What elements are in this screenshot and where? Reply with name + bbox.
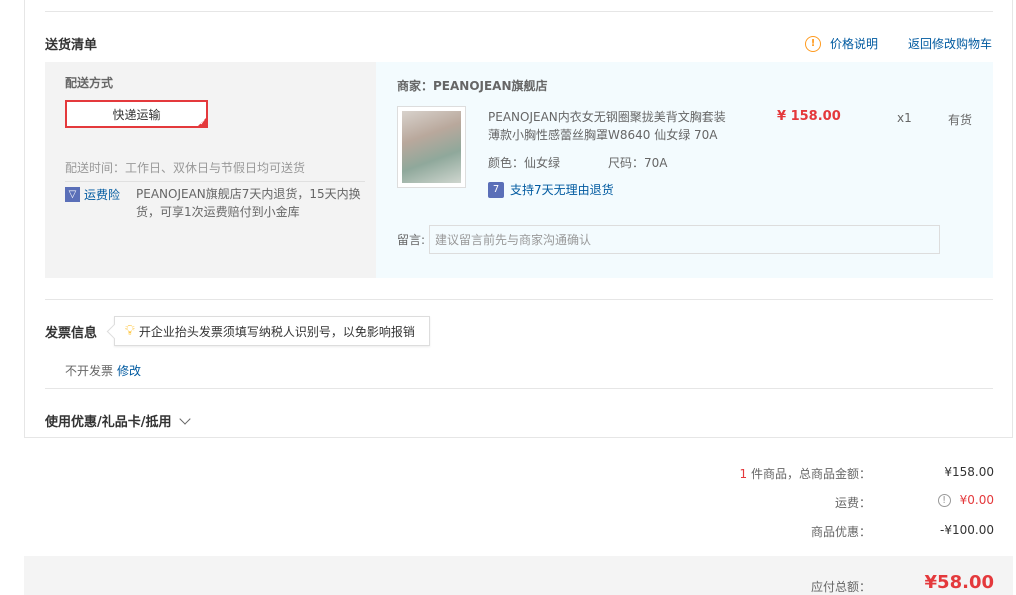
product-color: 颜色：仙女绿 xyxy=(488,156,561,170)
invoice-section-title: 发票信息 xyxy=(45,326,98,341)
summary-items-amount: ¥158.00 xyxy=(944,465,994,479)
return-policy-link[interactable]: 7 支持7天无理由退货 xyxy=(488,181,614,198)
coupon-divider xyxy=(45,388,993,389)
invoice-divider xyxy=(45,299,993,300)
seven-day-return-icon: 7 xyxy=(488,181,504,198)
back-to-cart-link[interactable]: 返回修改购物车 xyxy=(908,35,992,52)
remark-label: 留言: xyxy=(397,233,426,247)
check-icon: ✓ xyxy=(199,118,206,127)
freight-insurance-desc: PEANOJEAN旗舰店7天内退货，15天内换货，可享1次运费赔付到小金库 xyxy=(136,187,361,219)
invoice-tip-tooltip: 💡︎ 开企业抬头发票须填写纳税人识别号，以免影响报销 xyxy=(114,316,430,346)
freight-insurance-label: 运费险 xyxy=(84,188,121,202)
product-quantity: x1 xyxy=(897,111,912,125)
remark-input[interactable]: 建议留言前先与商家沟通确认 xyxy=(429,225,940,254)
product-title-line-1: PEANOJEAN内衣女无钢圈聚拢美背文胸套装 xyxy=(488,110,726,124)
delivery-time-text: 配送时间：工作日、双休日与节假日均可送货 xyxy=(65,161,306,175)
shop-name: 商家：PEANOJEAN旗舰店 xyxy=(397,79,548,93)
product-title[interactable]: PEANOJEAN内衣女无钢圈聚拢美背文胸套装 薄款小胸性感蕾丝胸罩W8640 … xyxy=(488,108,738,144)
lightbulb-icon: 💡︎ xyxy=(125,323,135,339)
freight-insurance-link[interactable]: ▽ 运费险 xyxy=(65,186,120,203)
summary-shipping-label: 运费： xyxy=(834,496,871,510)
product-price: ¥ 158.00 xyxy=(777,109,841,124)
invoice-status: 不开发票 xyxy=(65,364,114,378)
price-note-link[interactable]: ! 价格说明 xyxy=(805,35,878,52)
invoice-tip-text: 开企业抬头发票须填写纳税人识别号，以免影响报销 xyxy=(138,324,415,339)
summary-shipping-row: ! ¥0.00 xyxy=(937,493,994,507)
summary-item-count: 1 xyxy=(739,467,748,481)
total-amount: ¥58.00 xyxy=(924,572,994,593)
total-label: 应付总额： xyxy=(810,580,871,594)
shipping-method-value: 快递运输 xyxy=(112,107,161,122)
summary-shipping-amount: ¥0.00 xyxy=(959,493,994,507)
product-stock-status: 有货 xyxy=(948,113,973,127)
product-size: 尺码：70A xyxy=(608,156,668,170)
delivery-section-title: 送货清单 xyxy=(45,38,98,53)
coupon-toggle[interactable]: 使用优惠/礼品卡/抵用 xyxy=(45,411,191,430)
summary-discount-label: 商品优惠： xyxy=(810,525,871,539)
summary-items-label: 件商品，总商品金额： xyxy=(750,467,871,481)
summary-items-row: 1 件商品，总商品金额： xyxy=(740,465,871,482)
shipping-method-label: 配送方式 xyxy=(65,76,114,90)
top-divider xyxy=(45,11,993,12)
chevron-down-icon xyxy=(178,412,191,425)
price-note-label: 价格说明 xyxy=(830,37,879,51)
shipping-divider xyxy=(65,181,365,182)
product-image[interactable] xyxy=(397,106,466,188)
coupon-title: 使用优惠/礼品卡/抵用 xyxy=(45,415,172,430)
invoice-modify-link[interactable]: 修改 xyxy=(117,362,141,379)
shield-icon: ▽ xyxy=(65,187,80,202)
shipping-info-icon[interactable]: ! xyxy=(937,493,951,507)
return-policy-label: 支持7天无理由退货 xyxy=(510,183,614,197)
summary-discount-amount: -¥100.00 xyxy=(940,523,994,537)
product-photo xyxy=(402,111,461,183)
product-title-line-2: 薄款小胸性感蕾丝胸罩W8640 仙女绿 70A xyxy=(488,128,718,142)
warning-icon: ! xyxy=(805,35,821,52)
shipping-method-express-button[interactable]: 快递运输 ✓ xyxy=(65,100,208,128)
